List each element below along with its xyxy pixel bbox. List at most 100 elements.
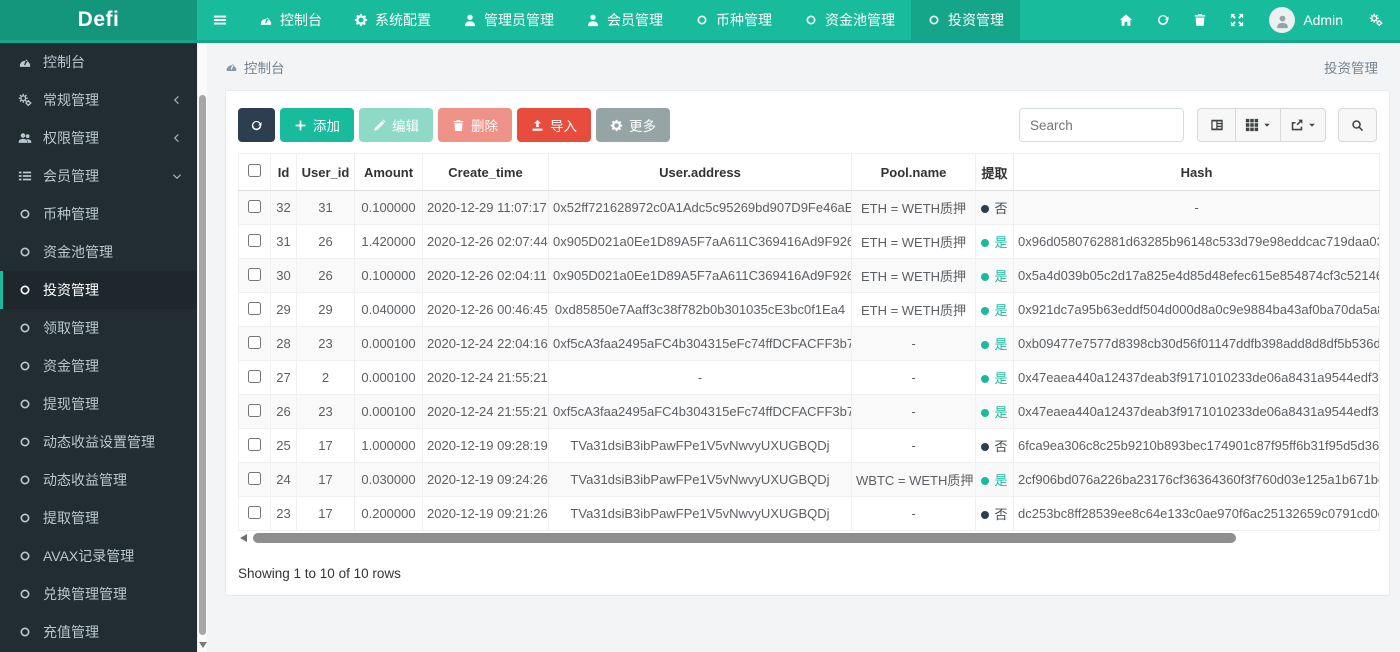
main-content: 控制台 投资管理 添加编辑删除导入更多 IdUser_idAmountCreat… [207, 43, 1400, 652]
sidebar-item-pool-manage[interactable]: 资金池管理 [0, 233, 197, 271]
cell-amount: 0.000100 [355, 395, 423, 429]
cell-pool: WBTC = WETH质押 [852, 463, 976, 497]
nav-item-admin-manage[interactable]: 管理员管理 [447, 0, 570, 40]
row-checkbox[interactable] [248, 404, 261, 417]
breadcrumb-left[interactable]: 控制台 [244, 57, 285, 77]
sidebar-item-invest-manage[interactable]: 投资管理 [0, 271, 197, 309]
cell-user_id: 2 [297, 361, 355, 395]
table-horizontal-scrollbar[interactable] [238, 532, 1379, 545]
brand-logo[interactable]: Defi [0, 0, 197, 40]
column-header-create-time[interactable]: Create_time [423, 154, 549, 191]
refresh-button[interactable] [238, 108, 275, 142]
table-row: 32310.1000002020-12-29 11:07:170x52ff721… [239, 191, 1380, 225]
row-checkbox[interactable] [248, 438, 261, 451]
nav-item-coin-manage[interactable]: 币种管理 [679, 0, 788, 40]
table-row: 30260.1000002020-12-26 02:04:110x905D021… [239, 259, 1380, 293]
row-checkbox[interactable] [248, 370, 261, 383]
nav-item-pool-manage[interactable]: 资金池管理 [788, 0, 911, 40]
row-checkbox[interactable] [248, 506, 261, 519]
row-checkbox[interactable] [248, 302, 261, 315]
search-button[interactable] [1338, 108, 1377, 142]
cell-user_id: 29 [297, 293, 355, 327]
toolbar-buttons: 添加编辑删除导入更多 [238, 108, 675, 142]
cell-id: 25 [271, 429, 297, 463]
row-checkbox[interactable] [248, 472, 261, 485]
column-header--[interactable]: 提取 [976, 154, 1014, 191]
select-all-checkbox[interactable] [248, 164, 261, 177]
row-checkbox-cell [239, 429, 271, 463]
cell-address: 0x905D021a0Ee1D89A5F7aA611C369416Ad9F926… [549, 259, 852, 293]
scroll-down-arrow-icon[interactable] [199, 642, 207, 648]
row-checkbox-cell [239, 225, 271, 259]
nav-item-dashboard[interactable]: 控制台 [243, 0, 338, 40]
add-button[interactable]: 添加 [280, 108, 354, 142]
column-header-user-id[interactable]: User_id [297, 154, 355, 191]
sidebar-item-label: 提取管理 [43, 508, 99, 528]
cell-hash: - [1014, 191, 1380, 225]
sidebar-scrollbar-thumb[interactable] [199, 95, 206, 635]
row-checkbox[interactable] [248, 268, 261, 281]
sidebar-item-coin-manage[interactable]: 币种管理 [0, 195, 197, 233]
column-header-hash[interactable]: Hash [1014, 154, 1380, 191]
nav-tool-home[interactable] [1107, 0, 1144, 40]
user-menu[interactable]: Admin [1255, 0, 1357, 40]
sidebar-item-dashboard[interactable]: 控制台 [0, 43, 197, 81]
sidebar-item-avax-record-manage[interactable]: AVAX记录管理 [0, 537, 197, 575]
sidebar-scrollbar[interactable] [197, 43, 207, 652]
withdraw-status-label: 是 [994, 405, 1007, 420]
sidebar-item-member-manage[interactable]: 会员管理 [0, 157, 197, 195]
column-header-id[interactable]: Id [271, 154, 297, 191]
sidebar-item-fund-manage[interactable]: 资金管理 [0, 347, 197, 385]
column-header-user-address[interactable]: User.address [549, 154, 852, 191]
sidebar-item-claim-manage[interactable]: 领取管理 [0, 309, 197, 347]
sidebar-item-label: 权限管理 [43, 128, 99, 148]
more-button[interactable]: 更多 [596, 108, 670, 142]
column-header-amount[interactable]: Amount [355, 154, 423, 191]
sidebar-item-dynamic-income-setting-manage[interactable]: 动态收益设置管理 [0, 423, 197, 461]
nav-item-member-manage[interactable]: 会员管理 [570, 0, 679, 40]
circle-o-icon [18, 435, 32, 449]
sidebar-item-extract-manage[interactable]: 提取管理 [0, 499, 197, 537]
cell-hash: dc253bc8ff28539ee8c64e133c0ae970f6ac2513… [1014, 497, 1380, 531]
import-button[interactable]: 导入 [517, 108, 591, 142]
sidebar-item-auth-manage[interactable]: 权限管理 [0, 119, 197, 157]
sidebar-item-exchange-manage[interactable]: 兑换管理管理 [0, 575, 197, 613]
nav-tool-refresh[interactable] [1144, 0, 1181, 40]
view-button-group [1197, 108, 1326, 142]
nav-tool-settings[interactable] [1357, 0, 1394, 40]
row-checkbox[interactable] [248, 200, 261, 213]
sidebar-item-recharge-manage[interactable]: 充值管理 [0, 613, 197, 651]
sidebar-item-label: 币种管理 [43, 204, 99, 224]
column-header-pool-name[interactable]: Pool.name [852, 154, 976, 191]
sidebar-item-general-manage[interactable]: 常规管理 [0, 81, 197, 119]
scroll-left-arrow-icon[interactable] [240, 534, 247, 542]
cell-pool: ETH = WETH质押 [852, 225, 976, 259]
edit-button[interactable]: 编辑 [359, 108, 433, 142]
nav-item-invest-manage[interactable]: 投资管理 [911, 0, 1020, 40]
columns-button[interactable] [1236, 108, 1281, 142]
cell-amount: 0.000100 [355, 361, 423, 395]
sidebar-toggle-button[interactable] [197, 0, 243, 40]
sidebar-item-label: 资金管理 [43, 356, 99, 376]
nav-tool-fullscreen[interactable] [1218, 0, 1255, 40]
horizontal-scrollbar-thumb[interactable] [253, 533, 1236, 543]
sidebar-item-withdraw-manage[interactable]: 提现管理 [0, 385, 197, 423]
cell-pool: - [852, 361, 976, 395]
delete-button[interactable]: 删除 [438, 108, 512, 142]
table-body: 32310.1000002020-12-29 11:07:170x52ff721… [239, 191, 1380, 531]
sidebar-item-dynamic-income-manage[interactable]: 动态收益管理 [0, 461, 197, 499]
row-checkbox-cell [239, 259, 271, 293]
withdraw-status-dot [981, 511, 989, 519]
cell-amount: 0.030000 [355, 463, 423, 497]
circle-o-icon [18, 321, 32, 335]
row-checkbox[interactable] [248, 336, 261, 349]
nav-item-system-config[interactable]: 系统配置 [338, 0, 447, 40]
toggle-view-button[interactable] [1197, 108, 1236, 142]
button-label: 添加 [313, 115, 340, 135]
circle-o-icon [18, 511, 32, 525]
search-input[interactable] [1019, 108, 1184, 142]
cell-create_time: 2020-12-24 21:55:21 [423, 395, 549, 429]
nav-tool-clear-cache[interactable] [1181, 0, 1218, 40]
row-checkbox[interactable] [248, 234, 261, 247]
export-button[interactable] [1281, 108, 1326, 142]
